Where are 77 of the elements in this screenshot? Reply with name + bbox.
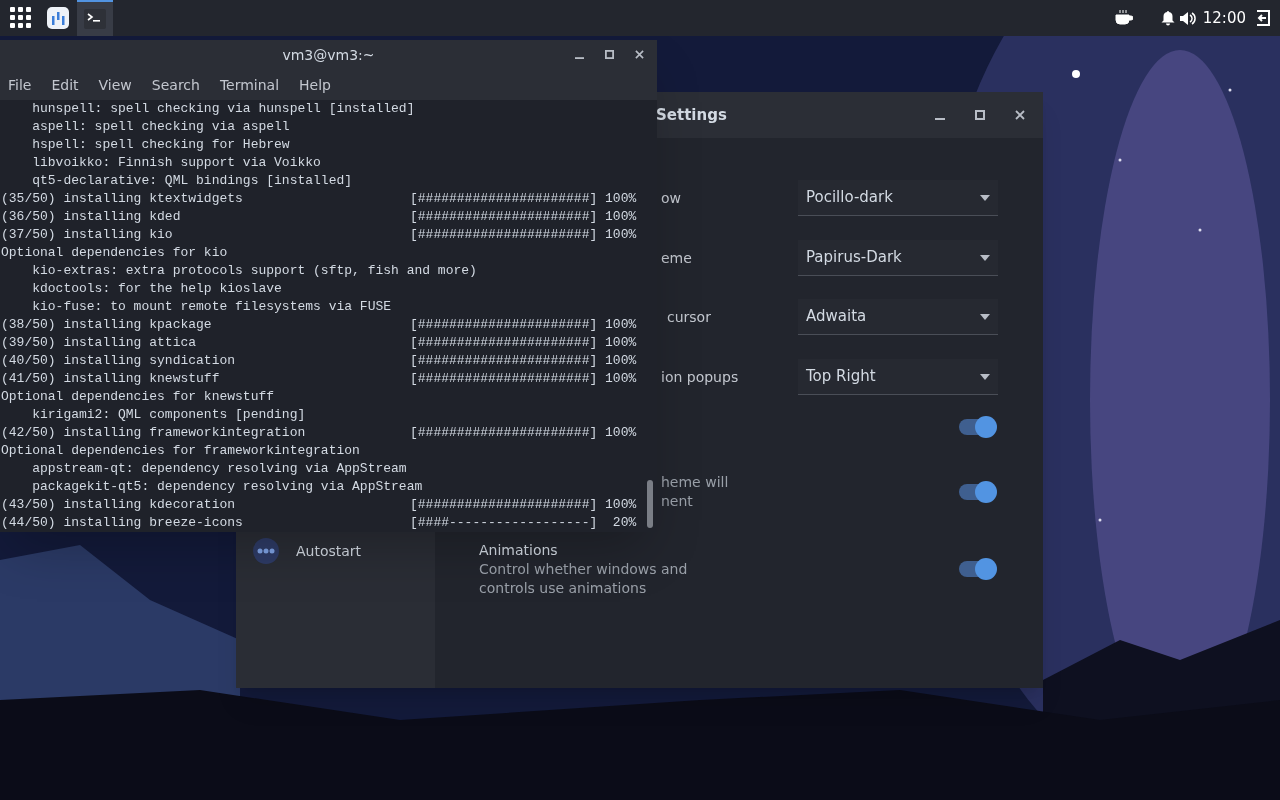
terminal-line: Optional dependencies for knewstuff xyxy=(1,388,275,406)
toggle-switch[interactable] xyxy=(959,419,995,435)
clock[interactable]: 12:00 xyxy=(1202,6,1246,30)
progress-text: [######################] 100% xyxy=(410,334,637,352)
progress-text: [######################] 100% xyxy=(410,496,637,514)
terminal-line: kio-extras: extra protocols support (sftp, fish and more) xyxy=(31,262,477,280)
menu-item[interactable]: View xyxy=(98,74,132,96)
setting-description: Control whether windows and controls use animations xyxy=(479,559,689,598)
scrollbar-thumb[interactable] xyxy=(647,480,653,528)
terminal-launcher-button[interactable] xyxy=(77,0,113,36)
caret-icon xyxy=(980,373,990,380)
terminal-line: (42/50) installing frameworkintegration xyxy=(1,424,307,442)
progress-text: [######################] 100% xyxy=(410,370,637,388)
terminal-line: (37/50) installing kio xyxy=(1,226,174,244)
progress-text: [######################] 100% xyxy=(410,208,637,226)
app-icon xyxy=(47,7,69,29)
close-icon[interactable] xyxy=(1015,110,1025,120)
window-title: vm3@vm3:~ xyxy=(282,45,375,65)
caret-icon xyxy=(980,313,990,320)
menu-item[interactable]: File xyxy=(8,74,32,96)
terminal-line: (39/50) installing attica xyxy=(1,334,198,352)
menu-item[interactable]: Search xyxy=(151,74,200,96)
menu-item[interactable]: Terminal xyxy=(219,74,280,96)
sidebar-item[interactable]: Autostart xyxy=(236,531,435,571)
progress-text: [######################] 100% xyxy=(410,190,637,208)
volume-icon[interactable] xyxy=(1179,10,1196,26)
grid-icon xyxy=(10,7,32,29)
terminal-line: kdoctools: for the help kioslave xyxy=(31,280,282,298)
terminal-line: Optional dependencies for kio xyxy=(1,244,228,262)
setting-description: nent xyxy=(661,492,694,511)
terminal-line: libvoikko: Finnish support via Voikko xyxy=(31,154,321,172)
dropdown[interactable]: Adwaita xyxy=(798,299,998,335)
caret-icon xyxy=(980,254,990,261)
toggle-switch[interactable] xyxy=(959,561,995,577)
dropdown[interactable]: Top Right xyxy=(798,359,998,395)
terminal-line: (43/50) installing kdecoration xyxy=(1,496,237,514)
maximize-icon[interactable] xyxy=(975,110,985,120)
terminal-line: (36/50) installing kded xyxy=(1,208,182,226)
progress-text: [######################] 100% xyxy=(410,424,637,442)
bell-icon[interactable] xyxy=(1160,10,1175,26)
terminal-line: (40/50) installing syndication xyxy=(1,352,237,370)
progress-text: [######################] 100% xyxy=(410,316,637,334)
close-icon[interactable] xyxy=(635,50,644,59)
caret-icon xyxy=(980,194,990,201)
menu-item[interactable]: Help xyxy=(299,74,331,96)
terminal-line: hunspell: spell checking via hunspell [installed] xyxy=(31,100,415,118)
terminal-line: qt5-declarative: QML bindings [installed] xyxy=(31,172,353,190)
setting-label: ow xyxy=(661,190,681,206)
terminal-line: appstream-qt: dependency resolving via AppStream xyxy=(31,460,407,478)
terminal-line: (41/50) installing knewstuff xyxy=(1,370,221,388)
terminal-line: (35/50) installing ktextwidgets xyxy=(1,190,244,208)
logout-icon[interactable] xyxy=(1256,10,1270,26)
setting-title: Animations xyxy=(479,540,559,560)
terminal-line: Optional dependencies for frameworkintegration xyxy=(1,442,360,460)
terminal-line: (44/50) installing breeze-icons xyxy=(1,514,244,532)
setting-description: heme will xyxy=(661,473,729,492)
maximize-icon[interactable] xyxy=(605,50,614,59)
coffee-cup-icon[interactable] xyxy=(1114,10,1133,26)
setting-label: ion popups xyxy=(661,369,739,385)
terminal-line: kio-fuse: to mount remote filesystems via FUSE xyxy=(31,298,392,316)
terminal-line: packagekit-qt5: dependency resolving via AppStream xyxy=(31,478,423,496)
dropdown[interactable]: Papirus-Dark xyxy=(798,240,998,276)
terminal-icon xyxy=(84,9,106,29)
progress-text: [####------------------] 20% xyxy=(410,514,637,532)
terminal-line: hspell: spell checking for Hebrew xyxy=(31,136,290,154)
terminal-line: aspell: spell checking via aspell xyxy=(31,118,290,136)
progress-text: [######################] 100% xyxy=(410,226,637,244)
setting-label: eme xyxy=(661,250,692,266)
menu-item[interactable]: Edit xyxy=(51,74,79,96)
dropdown[interactable]: Pocillo-dark xyxy=(798,180,998,216)
toggle-switch[interactable] xyxy=(959,484,995,500)
setting-label: cursor xyxy=(667,309,711,325)
window-title: Settings xyxy=(656,104,727,126)
dots-icon xyxy=(253,538,279,564)
progress-text: [######################] 100% xyxy=(410,352,637,370)
terminal-line: kirigami2: QML components [pending] xyxy=(31,406,306,424)
terminal-line: (38/50) installing kpackage xyxy=(1,316,213,334)
